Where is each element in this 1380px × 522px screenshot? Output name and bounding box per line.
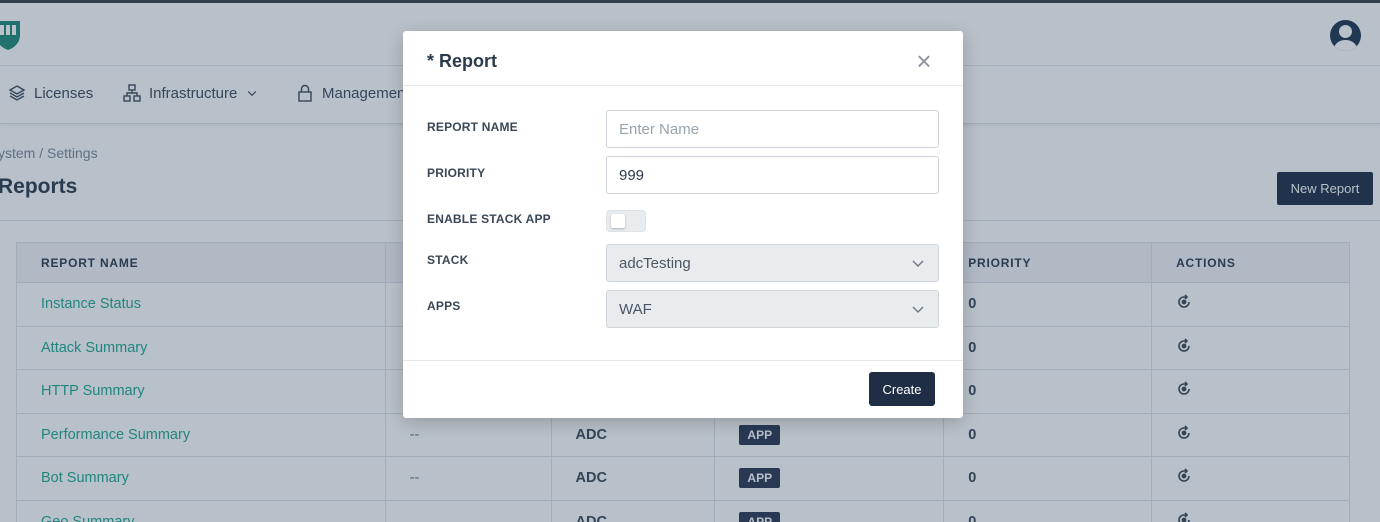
priority-input[interactable] bbox=[606, 156, 939, 194]
enable-stack-app-label: ENABLE STACK APP bbox=[427, 212, 551, 226]
report-modal: * Report × REPORT NAME PRIORITY ENABLE S… bbox=[403, 31, 963, 418]
apps-select-value: WAF bbox=[619, 300, 652, 318]
report-name-input[interactable] bbox=[606, 110, 939, 148]
apps-label: APPS bbox=[427, 299, 461, 313]
stack-label: STACK bbox=[427, 253, 469, 267]
apps-select[interactable]: WAF bbox=[606, 290, 939, 328]
modal-footer-divider bbox=[403, 360, 963, 361]
chevron-down-icon bbox=[912, 260, 924, 267]
modal-divider bbox=[403, 85, 963, 86]
report-name-label: REPORT NAME bbox=[427, 120, 518, 134]
stack-select-value: adcTesting bbox=[619, 254, 691, 272]
create-button[interactable]: Create bbox=[869, 372, 935, 406]
chevron-down-icon bbox=[912, 306, 924, 313]
toggle-knob bbox=[611, 214, 625, 228]
close-icon[interactable]: × bbox=[913, 48, 935, 74]
priority-label: PRIORITY bbox=[427, 166, 486, 180]
enable-stack-app-toggle[interactable] bbox=[606, 210, 646, 232]
modal-title: * Report bbox=[427, 51, 498, 71]
stack-select[interactable]: adcTesting bbox=[606, 244, 939, 282]
